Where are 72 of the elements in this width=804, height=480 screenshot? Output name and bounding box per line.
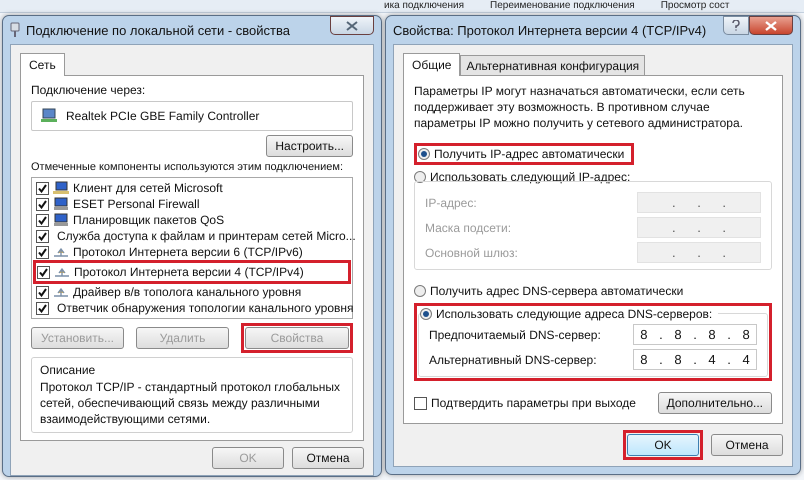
close-icon: [346, 20, 358, 30]
close-button[interactable]: [749, 16, 793, 35]
component-label: Протокол Интернета версии 6 (TCP/IPv6): [73, 245, 303, 259]
validate-option[interactable]: Подтвердить параметры при выходе: [414, 396, 636, 410]
description-title: Описание: [40, 363, 96, 377]
close-button[interactable]: [330, 16, 374, 35]
window-title: Подключение по локальной сети - свойства: [26, 22, 291, 38]
tab[interactable]: Сеть: [20, 53, 65, 76]
component-label: Служба доступа к файлам и принтерам сетей Micro...: [57, 229, 356, 243]
radio-option[interactable]: Использовать следующий IP-адрес:: [414, 170, 636, 184]
description-text: Протокол TCP/IP - стандартный протокол глобальных сетей, обеспечивающий связь между различными взаимодействующими сетями.: [40, 379, 341, 427]
radio-button[interactable]: [414, 285, 426, 297]
field-label: Предпочитаемый DNS-сервер:: [429, 328, 601, 342]
radio-button[interactable]: [414, 171, 426, 183]
checkbox[interactable]: [36, 182, 49, 194]
advanced-button[interactable]: Дополнительно...: [658, 392, 772, 414]
adapter-name: Realtek PCIe GBE Family Controller: [66, 109, 260, 123]
field-label: Альтернативный DNS-сервер:: [429, 352, 597, 366]
field-label: Основной шлюз:: [425, 246, 518, 260]
dns-input-field[interactable]: 8 . 8 . 8 . 8: [633, 324, 757, 345]
checkbox[interactable]: [36, 214, 49, 226]
window-title: Свойства: Протокол Интернета версии 4 (TCP/IPv4): [393, 22, 708, 38]
dialog-button[interactable]: OK: [627, 434, 699, 456]
checkbox[interactable]: [414, 396, 427, 410]
checkbox[interactable]: [36, 198, 49, 210]
list-item[interactable]: ESET Personal Firewall: [36, 196, 348, 212]
close-icon: [765, 20, 777, 30]
checkbox[interactable]: [36, 302, 49, 314]
protocol-icon: [54, 266, 70, 278]
checkbox[interactable]: [36, 286, 49, 298]
components-label: Отмеченные компоненты используются этим подключением:: [31, 161, 344, 173]
list-item[interactable]: Драйвер в/в тополога канального уровня: [36, 284, 348, 300]
list-item[interactable]: Планировщик пакетов QoS: [36, 212, 348, 228]
component-label: Клиент для сетей Microsoft: [73, 181, 223, 195]
field-label: Маска подсети:: [425, 220, 512, 234]
list-item[interactable]: Протокол Интернета версии 6 (TCP/IPv6): [36, 244, 348, 260]
network-adapter-icon: [40, 108, 58, 124]
radio-option[interactable]: Получить адрес DNS-сервера автоматически: [414, 284, 690, 298]
list-item[interactable]: Клиент для сетей Microsoft: [36, 180, 348, 196]
dns-input-field[interactable]: 8 . 8 . 4 . 4: [633, 349, 757, 370]
toolbar-item[interactable]: Переименование подключения: [490, 0, 635, 12]
toolbar-item[interactable]: Просмотр сост: [660, 0, 730, 12]
computer-icon: [53, 213, 69, 227]
tab[interactable]: Общие: [403, 53, 460, 76]
client-computer-icon: [53, 181, 69, 195]
protocol-icon: [53, 286, 69, 298]
help-button[interactable]: [723, 16, 749, 35]
intro-text: Параметры IP могут назначаться автоматически, если сеть поддерживает эту возможность. В противном случае параметры IP можно получить у сетевого администратора.: [414, 83, 746, 131]
radio-option[interactable]: Получить IP-адрес автоматически: [418, 147, 630, 161]
radio-button[interactable]: [418, 148, 430, 160]
component-label: Ответчик обнаружения топологии канального уровня: [57, 301, 354, 315]
radio-button[interactable]: [420, 308, 432, 320]
radio-option[interactable]: Использовать следующие адреса DNS-серверов:: [420, 307, 718, 321]
toolbar-item[interactable]: ика подключения: [384, 0, 464, 12]
field-label: IP-адрес:: [425, 196, 477, 210]
component-label: Драйвер в/в тополога канального уровня: [73, 285, 302, 299]
component-label: Планировщик пакетов QoS: [73, 213, 224, 227]
network-plug-icon: [10, 22, 20, 38]
list-item[interactable]: Протокол Интернета версии 4 (TCP/IPv4): [37, 264, 347, 280]
component-label: ESET Personal Firewall: [73, 197, 200, 211]
help-icon: [732, 20, 740, 31]
checkbox[interactable]: [36, 246, 49, 258]
computer-icon: [53, 197, 69, 211]
protocol-icon: [53, 246, 69, 258]
connect-via-label: Подключение через:: [31, 83, 146, 97]
component-label: Протокол Интернета версии 4 (TCP/IPv4): [74, 265, 304, 279]
dialog-button[interactable]: Отмена: [292, 447, 364, 469]
checkbox[interactable]: [37, 266, 50, 278]
checkbox[interactable]: [36, 230, 49, 242]
tab[interactable]: Альтернативная конфигурация: [460, 55, 646, 76]
dialog-button[interactable]: Отмена: [711, 434, 783, 456]
configure-button[interactable]: Настроить...: [266, 135, 353, 157]
